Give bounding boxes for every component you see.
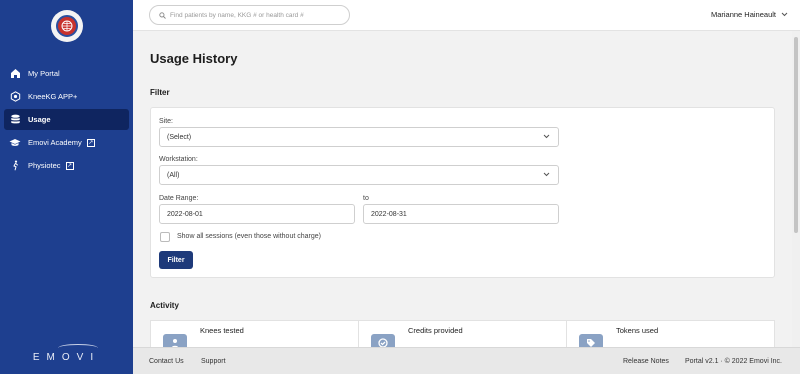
top-bar: Find patients by name, KKG # or health c… [133,0,800,31]
date-to-value: 2022-08-31 [371,210,407,218]
sidebar-item-label: My Portal [28,69,60,78]
date-to-input[interactable]: 2022-08-31 [363,204,559,224]
date-range-label: Date Range: [159,195,199,202]
filter-button[interactable]: Filter [159,251,193,269]
site-select-value: (Select) [167,133,192,141]
sidebar-item-label: Emovi Academy [28,138,82,147]
logo[interactable] [51,10,83,42]
home-icon [9,68,21,80]
sidebar: My Portal KneeKG APP+ Usage Emovi Academ… [0,0,133,374]
check-circle-icon [371,334,395,347]
sidebar-item-label: Physiotec [28,161,61,170]
external-link-icon: ↗ [65,161,74,170]
external-link-icon: ↗ [86,138,95,147]
globe-logo-icon [56,15,78,37]
workstation-select-value: (All) [167,171,180,179]
version-text: Portal v2.1 · © 2022 Emovi Inc. [685,358,782,365]
release-notes-link[interactable]: Release Notes [623,358,669,365]
site-label: Site: [159,118,174,125]
brand-arc [58,344,98,352]
scrollbar[interactable] [792,31,800,347]
sidebar-item-label: Usage [28,115,51,124]
sidebar-item-label: KneeKG APP+ [28,92,78,101]
brand-wordmark: EMOVI [32,352,101,363]
workstation-label: Workstation: [159,156,198,163]
footer: Contact Us Support Release Notes Portal … [133,347,800,374]
main-content: Usage History Filter Site: (Select) Work… [133,31,800,347]
stat-label: Tokens used [616,326,659,335]
user-name: Marianne Haineault [710,10,776,19]
page-title: Usage History [150,51,238,66]
graduation-cap-icon [9,137,21,149]
stat-label: Knees tested [200,326,244,335]
chevron-down-icon [543,134,550,139]
sidebar-item-usage[interactable]: Usage [4,109,129,130]
support-link[interactable]: Support [201,358,226,365]
show-all-checkbox[interactable] [160,232,170,242]
site-select[interactable]: (Select) [159,127,559,147]
user-menu[interactable]: Marianne Haineault [711,10,788,19]
stat-label: Credits provided [408,326,463,335]
filter-section-title: Filter [150,88,170,97]
sidebar-item-kneekg-app[interactable]: KneeKG APP+ [4,86,129,107]
search-placeholder: Find patients by name, KKG # or health c… [170,11,304,19]
contact-us-link[interactable]: Contact Us [149,358,184,365]
to-label: to [363,195,369,202]
database-icon [9,114,21,126]
date-from-input[interactable]: 2022-08-01 [159,204,355,224]
person-icon [9,160,21,172]
scrollbar-thumb[interactable] [794,37,798,233]
activity-section-title: Activity [150,301,179,310]
stat-card-credits-provided: Credits provided [358,320,567,347]
show-all-label: Show all sessions (even those without ch… [177,233,321,240]
sidebar-item-physiotec[interactable]: Physiotec ↗ [4,155,129,176]
sidebar-item-emovi-academy[interactable]: Emovi Academy ↗ [4,132,129,153]
tag-icon [579,334,603,347]
workstation-select[interactable]: (All) [159,165,559,185]
search-input[interactable]: Find patients by name, KKG # or health c… [149,5,350,25]
chevron-down-icon [543,172,550,177]
knee-app-icon [9,91,21,103]
sidebar-item-my-portal[interactable]: My Portal [4,63,129,84]
sidebar-nav: My Portal KneeKG APP+ Usage Emovi Academ… [0,63,133,178]
stat-card-tokens-used: Tokens used [566,320,775,347]
person-icon [163,334,187,347]
date-from-value: 2022-08-01 [167,210,203,218]
search-icon [159,11,166,19]
chevron-down-icon [781,12,788,17]
filter-card: Site: (Select) Workstation: (All) Date R… [150,107,775,278]
stat-card-knees-tested: Knees tested [150,320,359,347]
